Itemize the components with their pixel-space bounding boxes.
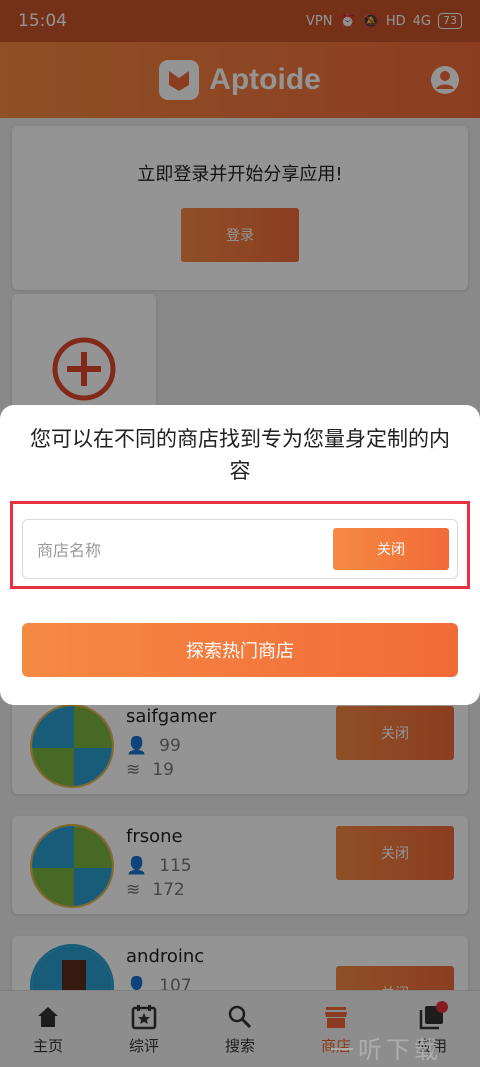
store-name-input[interactable] bbox=[37, 530, 327, 570]
close-button[interactable]: 关闭 bbox=[333, 528, 449, 570]
dialog-message: 您可以在不同的商店找到专为您量身定制的内容 bbox=[30, 427, 450, 483]
explore-stores-button[interactable]: 探索热门商店 bbox=[22, 623, 458, 677]
store-search-box: 关闭 bbox=[22, 519, 458, 579]
store-search-dialog: 您可以在不同的商店找到专为您量身定制的内容 关闭 探索热门商店 bbox=[0, 405, 480, 705]
watermark: 一听下载 bbox=[330, 1036, 442, 1064]
